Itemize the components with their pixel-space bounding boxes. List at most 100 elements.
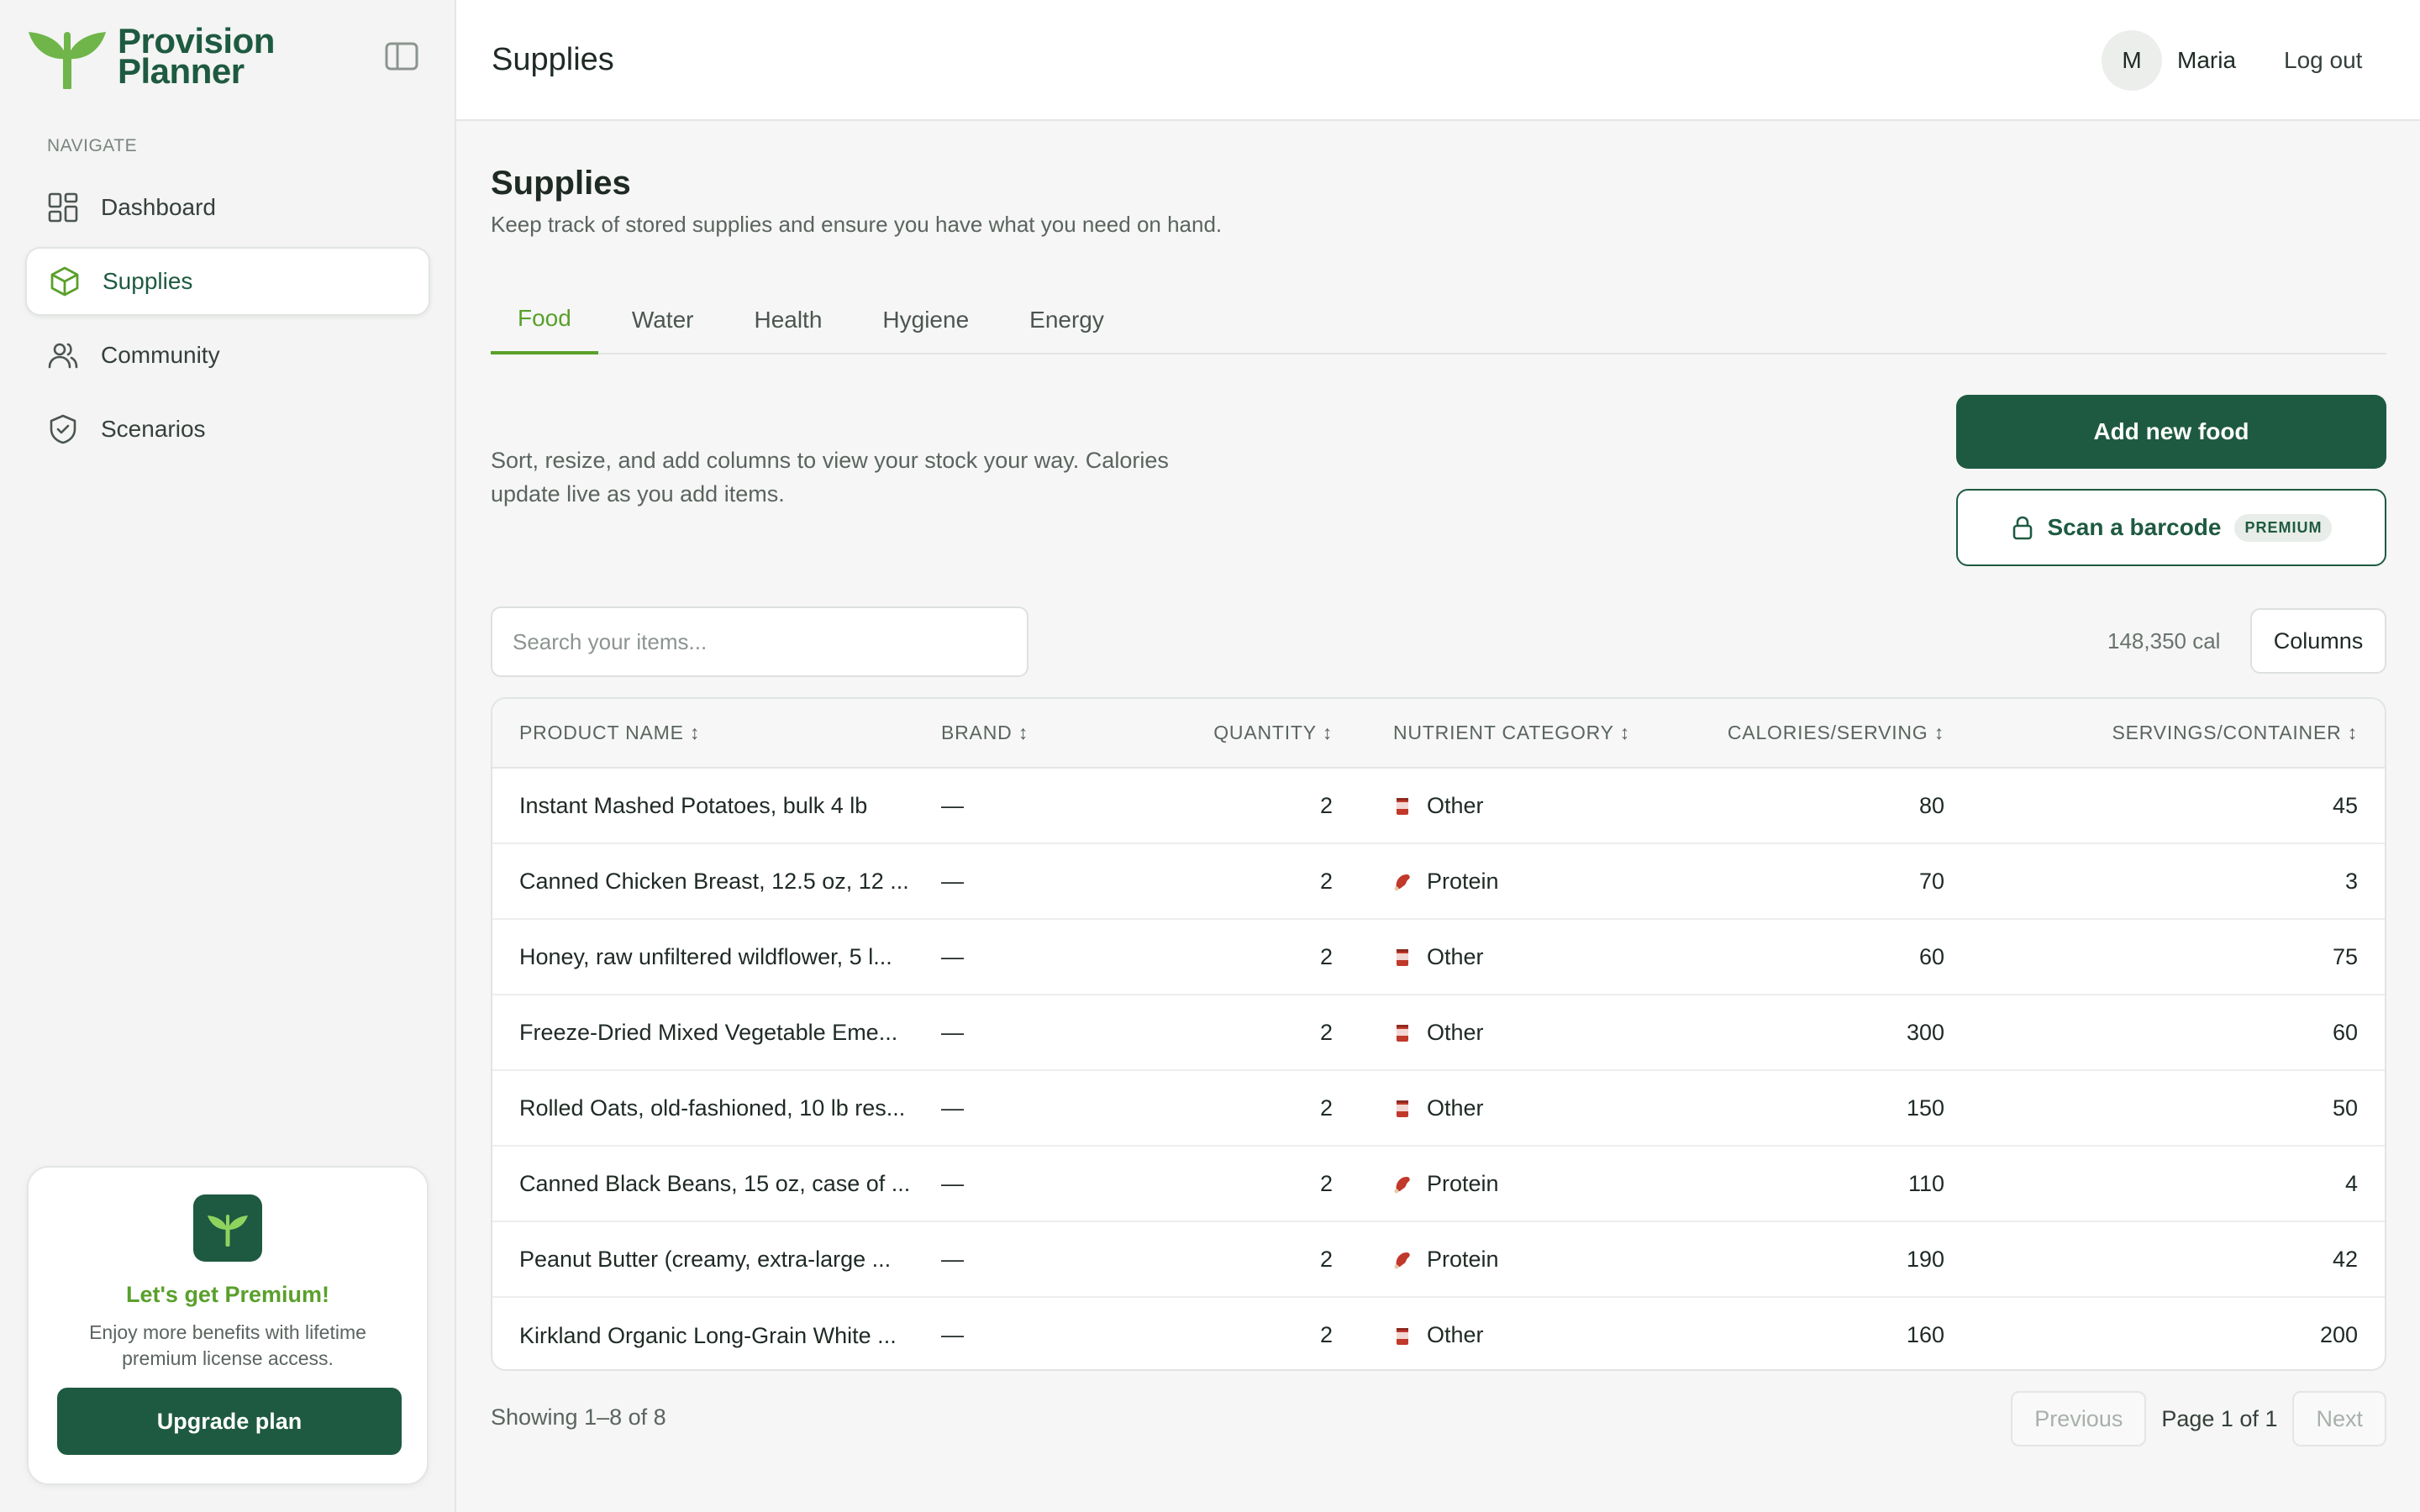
table-row[interactable]: Kirkland Organic Long-Grain White ... — 2 O… [492,1297,2385,1369]
cell-servings-container: 200 [2319,1322,2358,1347]
sidebar-toggle-icon[interactable] [385,42,418,71]
premium-title: Let's get Premium! [126,1282,329,1307]
cell-product-name: Honey, raw unfiltered wildflower, 5 l... [492,919,941,995]
sidebar-item-supplies[interactable]: Supplies [25,247,430,316]
table-header-row: PRODUCT NAME ↕ BRAND ↕ QUANTITY ↕ NUTRIE… [492,699,2385,769]
table-row[interactable]: Peanut Butter (creamy, extra-large ... —2… [492,1221,2385,1298]
meat-icon [1394,1177,1410,1194]
sidebar: Provision Planner NAVIGATE Dashboard Sup… [0,0,456,1512]
sidebar-nav: Dashboard Supplies Community Scenarios [25,173,430,469]
category-label: Protein [1427,868,1499,894]
cell-calories-serving: 80 [1672,768,1975,844]
cell-brand: — [941,1322,964,1347]
sidebar-item-dashboard[interactable]: Dashboard [25,173,430,242]
cell-quantity: 2 [1185,1070,1353,1147]
sidebar-item-community[interactable]: Community [25,321,430,390]
cell-servings-container: 75 [1975,919,2385,995]
cell-product-name: Canned Chicken Breast, 12.5 oz, 12 ... [492,843,941,920]
column-header-servings-container[interactable]: SERVINGS/CONTAINER ↕ [1975,699,2385,769]
cell-brand: — [941,768,1185,844]
category-label: Other [1427,1095,1484,1121]
cell-nutrient-category: Other [1353,995,1672,1071]
table-row[interactable]: Honey, raw unfiltered wildflower, 5 l...… [492,919,2385,995]
cell-quantity: 2 [1185,995,1353,1071]
avatar[interactable]: M [2102,30,2162,91]
meat-icon [1394,874,1410,891]
cell-product-name: Rolled Oats, old-fashioned, 10 lb res... [492,1070,941,1147]
cell-calories-serving: 150 [1672,1070,1975,1147]
category-label: Other [1427,1322,1484,1347]
column-header-calories-serving[interactable]: CALORIES/SERVING ↕ [1672,699,1975,769]
cell-calories-serving: 110 [1672,1146,1975,1222]
cell-quantity: 2 [1185,919,1353,995]
cell-nutrient-category: Other [1353,768,1672,844]
lock-icon [2012,516,2032,540]
sidebar-item-label: Dashboard [101,194,216,220]
cell-nutrient-category: Protein [1353,1146,1672,1222]
intro-text: Sort, resize, and add columns to view yo… [491,448,1169,507]
table-row[interactable]: Canned Chicken Breast, 12.5 oz, 12 ... —2… [492,843,2385,920]
column-header-product-name[interactable]: PRODUCT NAME ↕ [492,699,941,769]
tab-hygiene[interactable]: Hygiene [855,286,996,354]
box-icon [50,266,79,297]
column-header-quantity[interactable]: QUANTITY ↕ [1185,699,1353,769]
sidebar-item-label: Community [101,342,220,368]
add-new-food-button[interactable]: Add new food [1956,395,2386,469]
app-name-line2: Planner [118,51,245,91]
cell-product-name: Canned Black Beans, 15 oz, case of ... [492,1146,941,1222]
cell-calories-serving: 190 [1672,1221,1975,1298]
showing-count: Showing 1–8 of 8 [491,1404,666,1430]
page-info: Page 1 of 1 [2161,1405,2278,1431]
category-tabs: Food Water Health Hygiene Energy [491,286,2386,354]
columns-button[interactable]: Columns [2250,608,2386,674]
tab-energy[interactable]: Energy [1002,286,1131,354]
cell-quantity: 2 [1319,1322,1333,1347]
tab-health[interactable]: Health [727,286,849,354]
can-icon [1397,949,1408,967]
cell-quantity: 2 [1185,1221,1353,1298]
can-icon [1397,1100,1408,1118]
logout-link[interactable]: Log out [2284,47,2362,74]
category-label: Other [1427,792,1484,818]
table-row[interactable]: Canned Black Beans, 15 oz, case of ... —2… [492,1146,2385,1222]
scan-barcode-label: Scan a barcode [2047,514,2222,540]
topbar-title: Supplies [492,42,614,77]
cell-servings-container: 50 [1975,1070,2385,1147]
sprout-logo-icon [29,32,106,89]
category-label: Protein [1427,1246,1499,1272]
table-row[interactable]: Rolled Oats, old-fashioned, 10 lb res...… [492,1070,2385,1147]
cell-servings-container: 45 [1975,768,2385,844]
category-label: Other [1427,1019,1484,1045]
column-header-brand[interactable]: BRAND ↕ [941,699,1185,769]
column-header-nutrient-category[interactable]: NUTRIENT CATEGORY ↕ [1353,699,1672,769]
previous-page-button[interactable]: Previous [2011,1391,2147,1446]
app-logo[interactable]: Provision Planner [25,24,275,89]
pagination: Previous Page 1 of 1 Next [2011,1391,2386,1446]
page-title: Supplies [491,165,631,202]
shield-check-icon [50,414,76,444]
cell-calories-serving: 60 [1672,919,1975,995]
category-label: Other [1427,943,1484,969]
sidebar-item-scenarios[interactable]: Scenarios [25,395,430,464]
cell-quantity: 2 [1185,843,1353,920]
next-page-button[interactable]: Next [2292,1391,2386,1446]
cell-servings-container: 3 [1975,843,2385,920]
supplies-table: PRODUCT NAME ↕ BRAND ↕ QUANTITY ↕ NUTRIE… [491,697,2386,1371]
premium-tag: PREMIUM [2234,513,2333,542]
search-input[interactable] [491,606,1028,677]
scan-barcode-button[interactable]: Scan a barcode PREMIUM [1956,489,2386,566]
cell-product-name: Kirkland Organic Long-Grain White ... [519,1322,897,1348]
user-name[interactable]: Maria [2177,47,2236,74]
cell-calories-serving: 70 [1672,843,1975,920]
premium-card: Let's get Premium! Enjoy more benefits w… [27,1166,429,1485]
tab-food[interactable]: Food [491,286,598,354]
page-subtitle: Keep track of stored supplies and ensure… [491,212,1223,237]
cell-nutrient-category: Protein [1353,843,1672,920]
tab-water[interactable]: Water [605,286,721,354]
table-row[interactable]: Freeze-Dried Mixed Vegetable Eme... —2 Oth… [492,995,2385,1071]
users-icon [48,343,78,369]
table-row[interactable]: Instant Mashed Potatoes, bulk 4 lb —2 Othe… [492,768,2385,844]
upgrade-plan-button[interactable]: Upgrade plan [57,1388,402,1455]
sidebar-item-label: Scenarios [101,416,206,442]
cell-product-name: Freeze-Dried Mixed Vegetable Eme... [492,995,941,1071]
